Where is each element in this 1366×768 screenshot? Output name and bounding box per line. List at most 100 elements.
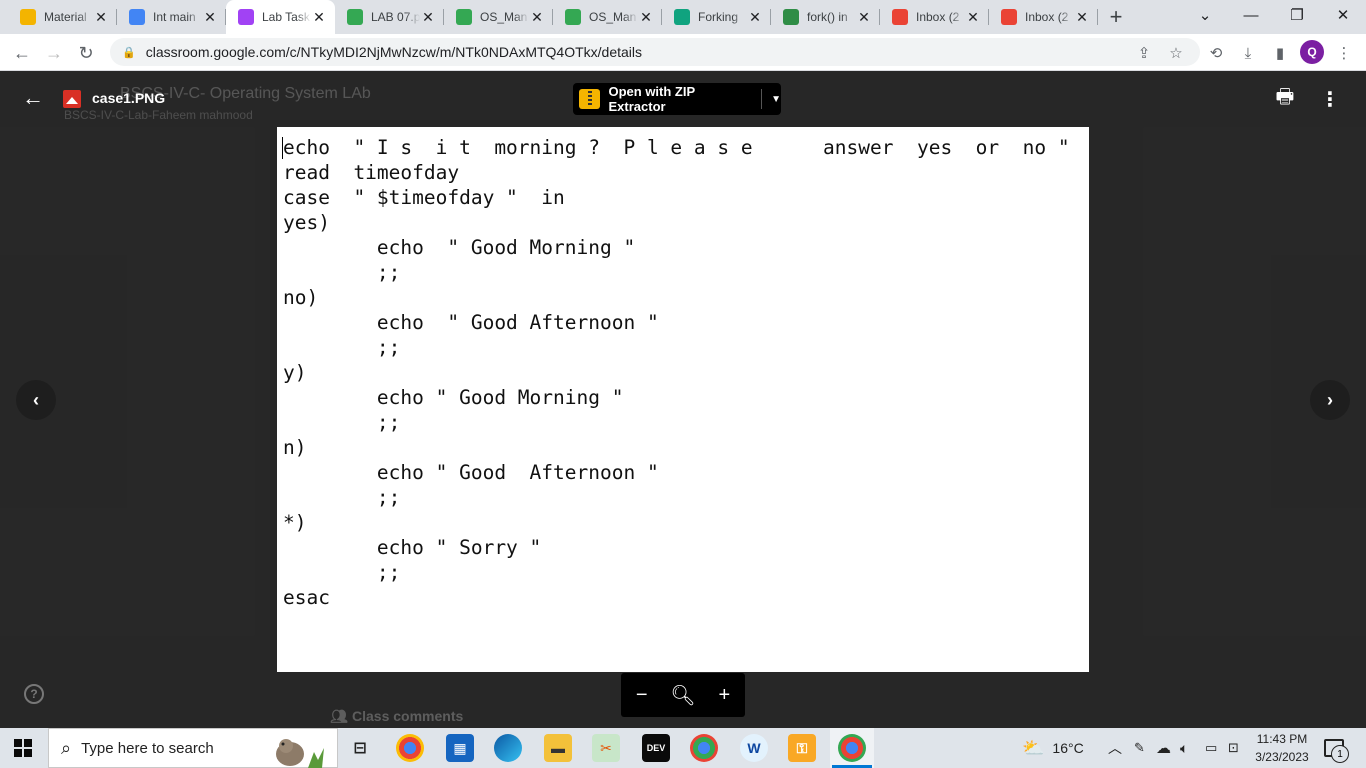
search-icon: ⌕ — [61, 737, 72, 758]
browser-tab[interactable]: Inbox (2 ✕ — [880, 0, 989, 34]
code-line: echo " I s i t morning ? P l e a s e ans… — [283, 136, 1070, 159]
close-viewer-arrow-icon[interactable]: ← — [20, 85, 46, 111]
code-line: *) — [283, 511, 307, 534]
close-tab-icon[interactable]: ✕ — [202, 9, 218, 26]
divider — [761, 89, 763, 109]
weather-icon: ⛅ — [1022, 737, 1045, 758]
browser-tab[interactable]: OS_Man ✕ — [444, 0, 553, 34]
drive-icon — [456, 9, 472, 25]
tab-label: Inbox (2 — [916, 10, 960, 24]
drive-icon — [565, 9, 581, 25]
close-tab-icon[interactable]: ✕ — [529, 9, 545, 26]
new-tab-button[interactable]: + — [1098, 0, 1134, 34]
menu-kebab-icon[interactable]: ⋮ — [1330, 39, 1358, 67]
zoom-in-icon[interactable]: + — [709, 684, 739, 707]
code-line: no) — [283, 286, 319, 309]
restore-button[interactable]: ❐ — [1274, 0, 1320, 30]
store-icon[interactable]: ▦ — [446, 734, 474, 762]
clock[interactable]: 11:43 PM 3/23/2023 — [1252, 730, 1312, 766]
code-line: echo " Sorry " — [283, 536, 542, 559]
url-text[interactable]: classroom.google.com/c/NTkyMDI2NjMwNzcw/… — [146, 44, 642, 60]
close-tab-icon[interactable]: ✕ — [856, 9, 872, 26]
snip-tool-icon[interactable]: ✂ — [592, 734, 620, 762]
pen-icon[interactable]: ✎ — [1134, 728, 1145, 768]
zip-extractor-icon — [579, 89, 601, 109]
drive-icon — [347, 9, 363, 25]
code-line: ;; — [283, 486, 401, 509]
browser-tab[interactable]: Lab Task ✕ — [226, 0, 335, 34]
onedrive-cloud-icon[interactable]: ☁ — [1156, 728, 1171, 768]
tab-label: Int main — [153, 10, 196, 24]
chrome-profile-icon[interactable] — [690, 734, 718, 762]
chrome-active-icon[interactable] — [838, 734, 866, 762]
close-tab-icon[interactable]: ✕ — [965, 9, 981, 26]
browser-tab[interactable]: Int main ✕ — [117, 0, 226, 34]
classroom-icon — [20, 9, 36, 25]
code-line: echo " Good Morning " — [283, 386, 624, 409]
tab-label: Material — [44, 10, 87, 24]
close-tab-icon[interactable]: ✕ — [420, 9, 436, 26]
code-block: echo " I s i t morning ? P l e a s e ans… — [283, 135, 1070, 610]
dev-cpp-icon[interactable]: DEV — [642, 734, 670, 762]
zoom-magnifier-icon[interactable]: 🔍︎ — [668, 683, 698, 708]
browser-tab[interactable]: Forking ✕ — [662, 0, 771, 34]
browser-tab[interactable]: LAB 07.p ✕ — [335, 0, 444, 34]
previous-file-button[interactable]: ‹ — [16, 380, 56, 420]
side-panel-icon[interactable]: ▮ — [1266, 39, 1294, 67]
code-line: y) — [283, 361, 307, 384]
edge-icon[interactable] — [494, 734, 522, 762]
browser-tab[interactable]: OS_Man ✕ — [553, 0, 662, 34]
help-icon[interactable]: ? — [24, 684, 44, 704]
chrome-icon[interactable] — [396, 734, 424, 762]
tab-search-chevron-icon[interactable]: ⌄ — [1182, 0, 1228, 30]
clock-time: 11:43 PM — [1256, 732, 1308, 746]
extension-icon[interactable]: ⟲ — [1202, 39, 1230, 67]
close-window-button[interactable]: ✕ — [1320, 0, 1366, 30]
share-icon[interactable]: ⇪ — [1130, 39, 1158, 67]
class-comments: 👥︎ Class comments — [330, 708, 463, 725]
caret-down-icon[interactable]: ▼ — [771, 94, 781, 105]
speaker-icon[interactable]: 🔈︎ — [1180, 728, 1188, 768]
close-tab-icon[interactable]: ✕ — [747, 9, 763, 26]
gmail-icon — [892, 9, 908, 25]
download-icon[interactable]: ⤓ — [1234, 39, 1262, 67]
weather-widget[interactable]: ⛅ 16°C — [1022, 728, 1084, 768]
minimize-button[interactable]: — — [1228, 0, 1274, 30]
classroom-assignment-icon — [238, 9, 254, 25]
code-line: echo " Good Afternoon " — [283, 461, 659, 484]
back-arrow-icon[interactable]: ← — [8, 39, 36, 67]
browser-tab[interactable]: fork() in ✕ — [771, 0, 880, 34]
temperature: 16°C — [1052, 740, 1084, 756]
tab-label: Lab Task — [262, 10, 310, 24]
browser-tab[interactable]: Inbox (2 ✕ — [989, 0, 1098, 34]
clock-date: 3/23/2023 — [1255, 750, 1309, 764]
next-file-button[interactable]: › — [1310, 380, 1350, 420]
close-tab-icon[interactable]: ✕ — [1074, 9, 1090, 26]
battery-icon[interactable]: ▭ — [1205, 728, 1217, 768]
more-options-icon[interactable]: ⋮ — [1320, 87, 1340, 111]
bookmark-star-icon[interactable]: ☆ — [1162, 39, 1190, 67]
profile-avatar[interactable]: Q — [1300, 40, 1324, 64]
file-name: case1.PNG — [92, 90, 166, 106]
close-tab-icon[interactable]: ✕ — [311, 9, 327, 26]
file-explorer-icon[interactable]: ▬ — [544, 734, 572, 762]
close-tab-icon[interactable]: ✕ — [638, 9, 654, 26]
address-bar[interactable]: 🔒 classroom.google.com/c/NTkyMDI2NjMwNzc… — [110, 38, 1200, 66]
reload-icon[interactable]: ↻ — [72, 39, 100, 67]
tab-label: Forking — [698, 10, 739, 24]
forward-arrow-icon[interactable]: → — [40, 39, 68, 67]
task-view-icon[interactable]: ⊟ — [346, 734, 374, 762]
close-tab-icon[interactable]: ✕ — [93, 9, 109, 26]
search-placeholder: Type here to search — [81, 739, 214, 757]
google-icon — [129, 9, 145, 25]
print-icon[interactable]: 🖶 — [1273, 86, 1297, 111]
zoom-out-icon[interactable]: − — [627, 684, 657, 707]
sticky-app-icon[interactable]: ⚿ — [788, 734, 816, 762]
windows-start-icon[interactable] — [14, 739, 32, 757]
network-icon[interactable]: ⊡ — [1228, 728, 1239, 768]
word-app-icon[interactable]: W — [740, 734, 768, 762]
tray-overflow-chevron-icon[interactable]: ︿ — [1108, 728, 1122, 768]
open-with-button[interactable]: Open with ZIP Extractor ▼ — [573, 83, 781, 115]
browser-tab[interactable]: Material ✕ — [8, 0, 117, 34]
people-icon: 👥︎ — [330, 708, 348, 724]
